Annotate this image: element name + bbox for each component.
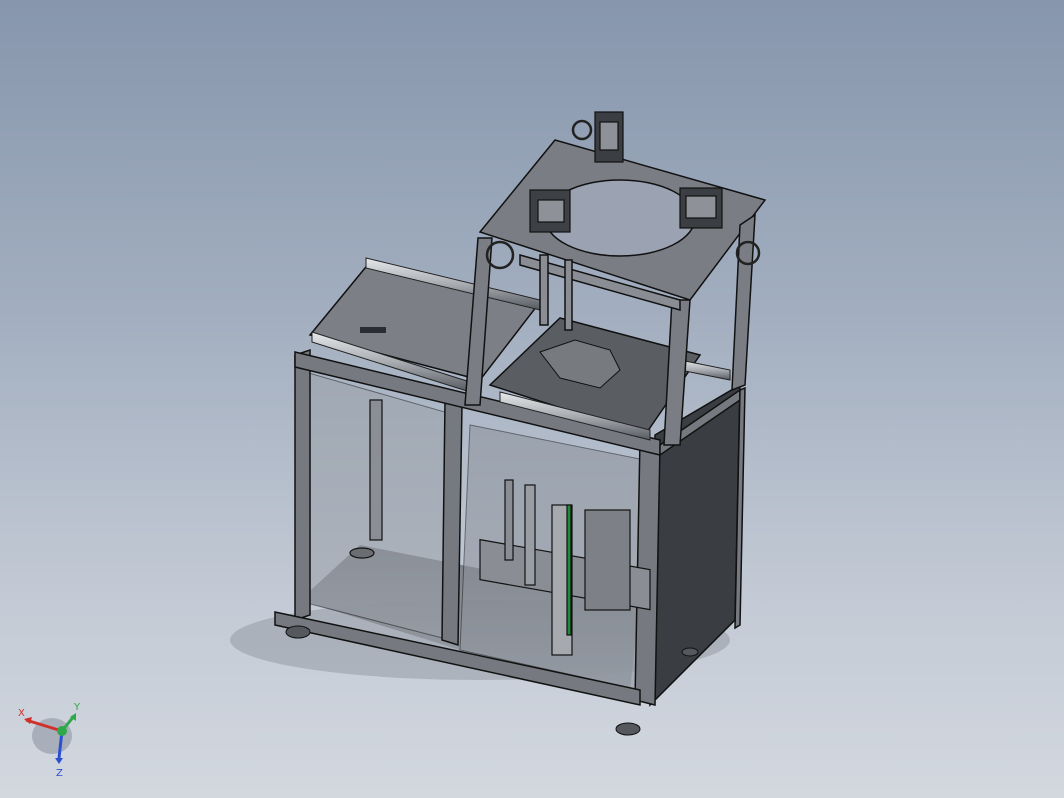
label-plate: [360, 327, 386, 333]
x-axis-label: X: [18, 708, 25, 719]
z-axis-label: Z: [56, 768, 63, 779]
3d-model-view[interactable]: [0, 0, 1064, 798]
y-axis-label: Y: [73, 702, 81, 713]
right-side-panel: [649, 383, 741, 707]
coordinate-triad: X Y Z: [18, 702, 81, 779]
graphics-area[interactable]: X Y Z: [0, 0, 1064, 798]
